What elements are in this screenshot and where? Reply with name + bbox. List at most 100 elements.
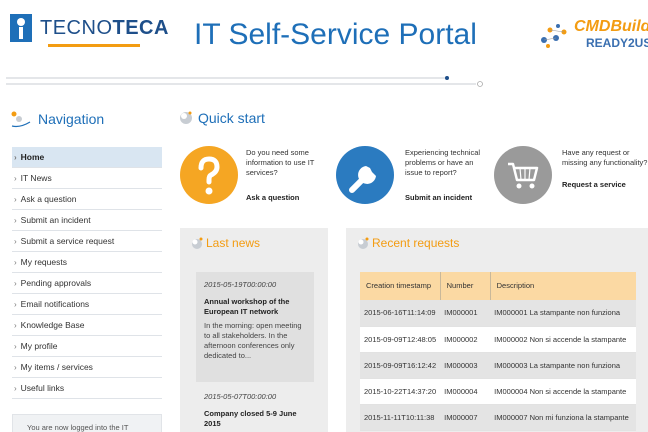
quick-start-icon (180, 111, 192, 124)
login-status-box: You are now logged into the IT (12, 414, 162, 432)
submit-incident-link[interactable]: Submit an incident (405, 193, 472, 202)
page-title: IT Self-Service Portal (194, 18, 477, 51)
chevron-right-icon: › (14, 299, 17, 309)
nav-item-my-requests[interactable]: › My requests (12, 252, 162, 273)
nav-item-label: Submit an incident (20, 215, 91, 225)
nav-item-useful-links[interactable]: › Useful links (12, 378, 162, 399)
news-item[interactable]: 2015-05-19T00:00:00 Annual workshop of t… (196, 272, 314, 382)
nav-item-my-profile[interactable]: › My profile (12, 336, 162, 357)
recent-requests-title: Recent requests (372, 236, 460, 250)
cart-icon[interactable] (494, 146, 552, 204)
table-row[interactable]: 2015-09-09T12:48:05 IM000002 IM000002 No… (360, 326, 636, 353)
portal-page: TECNOTECA IT Self-Service Portal CMDBuil… (0, 0, 648, 432)
header-divider (6, 76, 483, 87)
cell-number: IM000001 (440, 300, 491, 327)
table-row[interactable]: 2015-06-16T11:14:09 IM000001 IM000001 La… (360, 300, 636, 327)
navigation-icon (11, 111, 31, 128)
nav-item-label: Home (20, 152, 45, 162)
logo-text-b: TECA (112, 16, 169, 39)
nav-item-label: My requests (20, 257, 67, 267)
chevron-right-icon: › (14, 362, 17, 372)
nav-item-pending-approvals[interactable]: › Pending approvals (12, 273, 162, 294)
cell-timestamp: 2015-10-22T14:37:20 (360, 378, 441, 405)
tecnoteca-logo[interactable]: TECNOTECA (10, 14, 169, 42)
chevron-right-icon: › (14, 320, 17, 330)
cell-number: IM000007 (440, 404, 491, 431)
cmdbuild-logo[interactable]: CMDBuild READY2USE (538, 16, 648, 56)
requests-icon (358, 237, 369, 249)
nav-item-label: IT News (20, 173, 52, 183)
cell-timestamp: 2015-11-11T10:11:38 (360, 404, 441, 431)
chevron-right-icon: › (14, 257, 17, 267)
table-row[interactable]: 2015-10-22T14:37:20 IM000004 IM000004 No… (360, 378, 636, 405)
news-item[interactable]: 2015-05-07T00:00:00 Company closed 5-9 J… (196, 384, 314, 432)
nav-item-it-news[interactable]: › IT News (12, 168, 162, 189)
chevron-right-icon: › (14, 152, 17, 162)
nav-item-home[interactable]: › Home (12, 147, 162, 168)
cell-description: IM000003 La stampante non funziona (490, 352, 636, 379)
table-header-row: Creation timestamp Number Description (360, 272, 636, 300)
column-description[interactable]: Description (490, 272, 636, 300)
recent-requests-table: Creation timestamp Number Description 20… (360, 272, 636, 431)
column-number[interactable]: Number (440, 272, 491, 300)
nav-item-submit-service-request[interactable]: › Submit a service request (12, 231, 162, 252)
table-row[interactable]: 2015-11-11T10:11:38 IM000007 IM000007 No… (360, 404, 636, 431)
table-row[interactable]: 2015-09-09T16:12:42 IM000003 IM000003 La… (360, 352, 636, 379)
cell-description: IM000004 Non si accende la stampante (490, 378, 636, 405)
quick-start-title: Quick start (198, 110, 265, 126)
quick-start-text-service: Have any request or missing any function… (562, 148, 648, 167)
cell-description: IM000007 Non mi funziona la stampante (490, 404, 636, 431)
login-status-text: You are now logged into the IT (27, 423, 129, 432)
cell-number: IM000003 (440, 352, 491, 379)
wrench-glyph (349, 164, 376, 193)
nav-item-knowledge-base[interactable]: › Knowledge Base (12, 315, 162, 336)
cell-timestamp: 2015-06-16T11:14:09 (360, 300, 441, 327)
last-news-title: Last news (206, 236, 261, 250)
nav-item-label: Submit a service request (20, 236, 115, 246)
chevron-right-icon: › (14, 383, 17, 393)
cmdbuild-logo-line1: CMDBuild (574, 18, 648, 35)
news-body: In the morning: open meeting to all stak… (204, 321, 302, 360)
cart-glyph (508, 162, 539, 189)
nav-item-label: My items / services (20, 362, 93, 372)
wrench-icon[interactable] (336, 146, 394, 204)
nav-item-email-notifications[interactable]: › Email notifications (12, 294, 162, 315)
cell-number: IM000002 (440, 326, 491, 353)
request-service-link[interactable]: Request a service (562, 180, 626, 189)
nav-item-label: Useful links (20, 383, 65, 393)
ask-question-link[interactable]: Ask a question (246, 193, 299, 202)
cell-description: IM000002 Non si accende la stampante (490, 326, 636, 353)
tecnoteca-logo-mark (10, 14, 32, 42)
logo-underline (48, 44, 140, 47)
recent-requests-header: Recent requests (346, 228, 648, 250)
news-title: Annual workshop of the European IT netwo… (204, 297, 290, 316)
last-news-header: Last news (180, 228, 328, 250)
chevron-right-icon: › (14, 278, 17, 288)
question-mark-glyph (198, 156, 220, 195)
column-creation-timestamp[interactable]: Creation timestamp (360, 272, 441, 300)
nav-item-label: Ask a question (20, 194, 77, 204)
logo-text-a: TECNO (40, 16, 113, 39)
chevron-right-icon: › (14, 215, 17, 225)
cell-number: IM000004 (440, 378, 491, 405)
cmdbuild-logo-line2: READY2USE (586, 36, 648, 50)
nav-item-submit-incident[interactable]: › Submit an incident (12, 210, 162, 231)
nav-item-label: My profile (20, 341, 58, 351)
cell-timestamp: 2015-09-09T16:12:42 (360, 352, 441, 379)
quick-start-text-question: Do you need some information to use IT s… (246, 148, 315, 177)
news-icon (192, 237, 203, 249)
tecnoteca-logo-text: TECNOTECA (40, 17, 169, 40)
chevron-right-icon: › (14, 236, 17, 246)
navigation-header: Navigation (10, 110, 104, 128)
news-date: 2015-05-07T00:00:00 (204, 392, 277, 401)
quick-start-header: Quick start (178, 110, 265, 126)
nav-item-label: Email notifications (20, 299, 90, 309)
cell-timestamp: 2015-09-09T12:48:05 (360, 326, 441, 353)
question-icon[interactable] (180, 146, 238, 204)
nav-item-my-items-services[interactable]: › My items / services (12, 357, 162, 378)
news-date: 2015-05-19T00:00:00 (204, 280, 277, 289)
chevron-right-icon: › (14, 194, 17, 204)
nav-item-ask-question[interactable]: › Ask a question (12, 189, 162, 210)
news-title: Company closed 5-9 June 2015 (204, 409, 297, 428)
cmdbuild-dots-icon (541, 24, 567, 48)
